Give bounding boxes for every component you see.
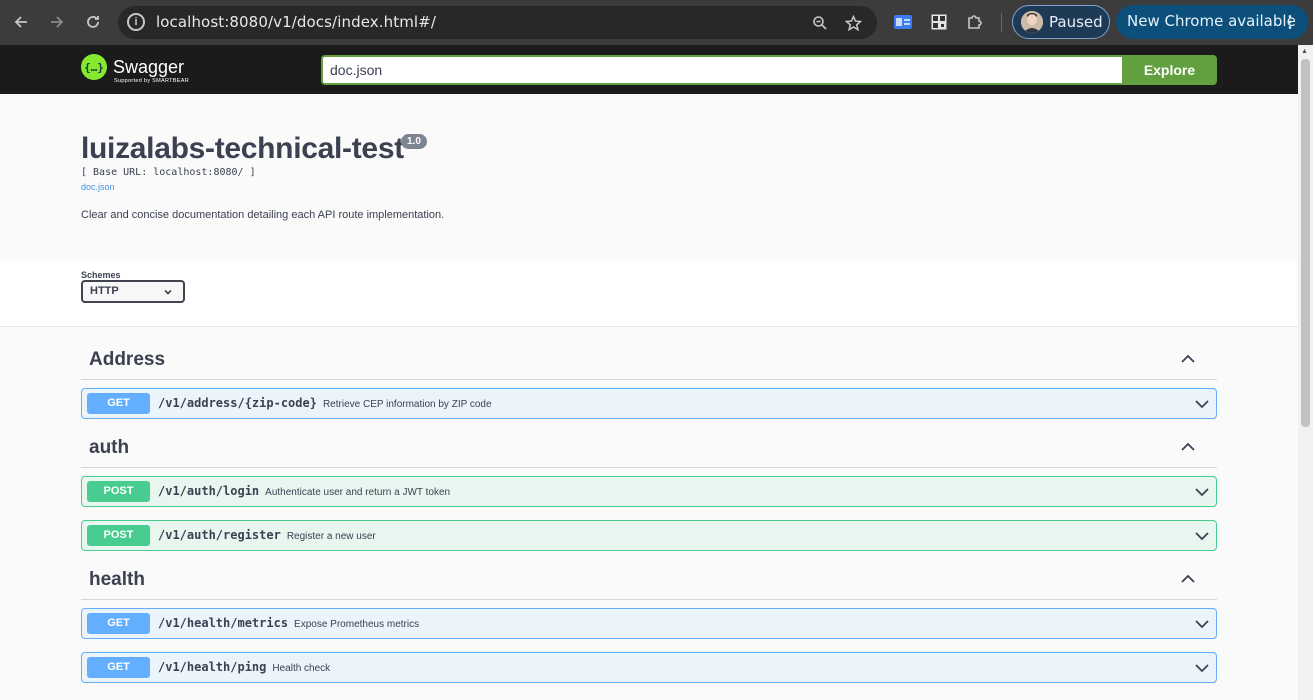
kebab-menu-icon[interactable]: ⋮ bbox=[1282, 12, 1298, 32]
page-title: luizalabs-technical-test bbox=[81, 132, 404, 165]
zoom-icon[interactable] bbox=[809, 12, 831, 34]
operation-path: /v1/auth/login Authenticate user and retu… bbox=[158, 484, 451, 498]
operation-path: /v1/address/{zip-code} Retrieve CEP infor… bbox=[158, 396, 492, 410]
operation-summary: Health check bbox=[272, 663, 331, 674]
forward-icon[interactable] bbox=[43, 8, 71, 36]
operation-get-address[interactable]: GET /v1/address/{zip-code} Retrieve CEP i… bbox=[81, 388, 1217, 419]
url-text[interactable]: localhost:8080/v1/docs/index.html#/ bbox=[156, 13, 436, 31]
bookmark-star-icon[interactable] bbox=[842, 12, 864, 34]
schemes-label: Schemes bbox=[81, 270, 121, 280]
operation-get-ping[interactable]: GET /v1/health/ping Health check bbox=[81, 652, 1217, 683]
back-icon[interactable] bbox=[7, 8, 35, 36]
operation-path: /v1/health/metrics Expose Prometheus metr… bbox=[158, 616, 420, 630]
extension-contacts-icon[interactable] bbox=[892, 11, 914, 33]
chevron-up-icon[interactable] bbox=[1177, 348, 1199, 370]
swagger-logo-name: Swagger bbox=[113, 57, 185, 77]
version-badge: 1.0 bbox=[401, 134, 427, 149]
avatar bbox=[1021, 11, 1043, 33]
chevron-down-icon[interactable] bbox=[1193, 527, 1211, 545]
method-badge: GET bbox=[87, 657, 150, 678]
schemes-selected: HTTP bbox=[90, 285, 119, 297]
method-badge: POST bbox=[87, 481, 150, 502]
profile-status: Paused bbox=[1049, 13, 1103, 31]
api-description: Clear and concise documentation detailin… bbox=[81, 209, 445, 221]
chevron-down-icon[interactable] bbox=[1193, 395, 1211, 413]
operation-summary: Retrieve CEP information by ZIP code bbox=[322, 399, 492, 410]
tag-auth[interactable]: auth bbox=[81, 433, 1217, 468]
tag-name: health bbox=[89, 569, 145, 590]
chrome-update-button[interactable]: New Chrome available ⋮ bbox=[1116, 5, 1308, 39]
site-info-icon[interactable]: i bbox=[127, 13, 145, 31]
operation-summary: Authenticate user and return a JWT token bbox=[265, 487, 451, 498]
scroll-thumb[interactable] bbox=[1301, 59, 1310, 427]
explore-button[interactable]: Explore bbox=[1122, 55, 1217, 85]
method-badge: POST bbox=[87, 525, 150, 546]
swagger-logo-icon: {…} bbox=[81, 54, 107, 80]
extensions-puzzle-icon[interactable] bbox=[964, 11, 986, 33]
profile-button[interactable]: Paused bbox=[1012, 5, 1110, 39]
update-label: New Chrome available bbox=[1127, 12, 1296, 30]
chevron-up-icon[interactable] bbox=[1177, 436, 1199, 458]
operation-summary: Register a new user bbox=[286, 531, 376, 542]
tag-name: auth bbox=[89, 437, 130, 458]
tag-health[interactable]: health bbox=[81, 565, 1217, 600]
operation-path: /v1/auth/register Register a new user bbox=[158, 528, 376, 542]
browser-toolbar: i localhost:8080/v1/docs/index.html#/ Pa… bbox=[0, 0, 1313, 45]
qr-code-icon[interactable] bbox=[928, 11, 950, 33]
swagger-logo-sub: Supported by SMARTBEAR bbox=[114, 78, 189, 84]
reload-icon[interactable] bbox=[79, 8, 107, 36]
swagger-logo[interactable]: {…} Swagger Supported by SMARTBEAR bbox=[81, 54, 211, 86]
method-badge: GET bbox=[87, 393, 150, 414]
swagger-topbar: {…} Swagger Supported by SMARTBEAR Explo… bbox=[0, 45, 1298, 94]
operation-summary: Expose Prometheus metrics bbox=[294, 619, 420, 630]
chevron-down-icon[interactable] bbox=[1193, 615, 1211, 633]
toolbar-divider bbox=[1001, 13, 1002, 32]
spec-url-input[interactable] bbox=[321, 55, 1122, 85]
base-url: [ Base URL: localhost:8080/ ] bbox=[81, 167, 256, 178]
tag-name: Address bbox=[89, 349, 166, 370]
operation-path: /v1/health/ping Health check bbox=[158, 660, 331, 674]
scrollbar[interactable]: ▲ bbox=[1298, 45, 1313, 700]
operation-post-login[interactable]: POST /v1/auth/login Authenticate user and… bbox=[81, 476, 1217, 507]
chevron-down-icon bbox=[163, 285, 173, 304]
chevron-up-icon[interactable] bbox=[1177, 568, 1199, 590]
chevron-down-icon[interactable] bbox=[1193, 483, 1211, 501]
method-badge: GET bbox=[87, 613, 150, 634]
tag-address[interactable]: Address bbox=[81, 345, 1217, 380]
scroll-up-icon[interactable]: ▲ bbox=[1301, 48, 1308, 55]
schemes-select[interactable]: HTTP bbox=[81, 280, 185, 303]
operation-get-metrics[interactable]: GET /v1/health/metrics Expose Prometheus … bbox=[81, 608, 1217, 639]
operation-post-register[interactable]: POST /v1/auth/register Register a new use… bbox=[81, 520, 1217, 551]
address-bar[interactable]: i localhost:8080/v1/docs/index.html#/ bbox=[118, 6, 877, 39]
schemes-section: Schemes HTTP bbox=[0, 261, 1298, 327]
spec-link[interactable]: doc.json bbox=[81, 182, 115, 192]
chevron-down-icon[interactable] bbox=[1193, 659, 1211, 677]
api-info: luizalabs-technical-test 1.0 [ Base URL:… bbox=[0, 94, 1298, 261]
